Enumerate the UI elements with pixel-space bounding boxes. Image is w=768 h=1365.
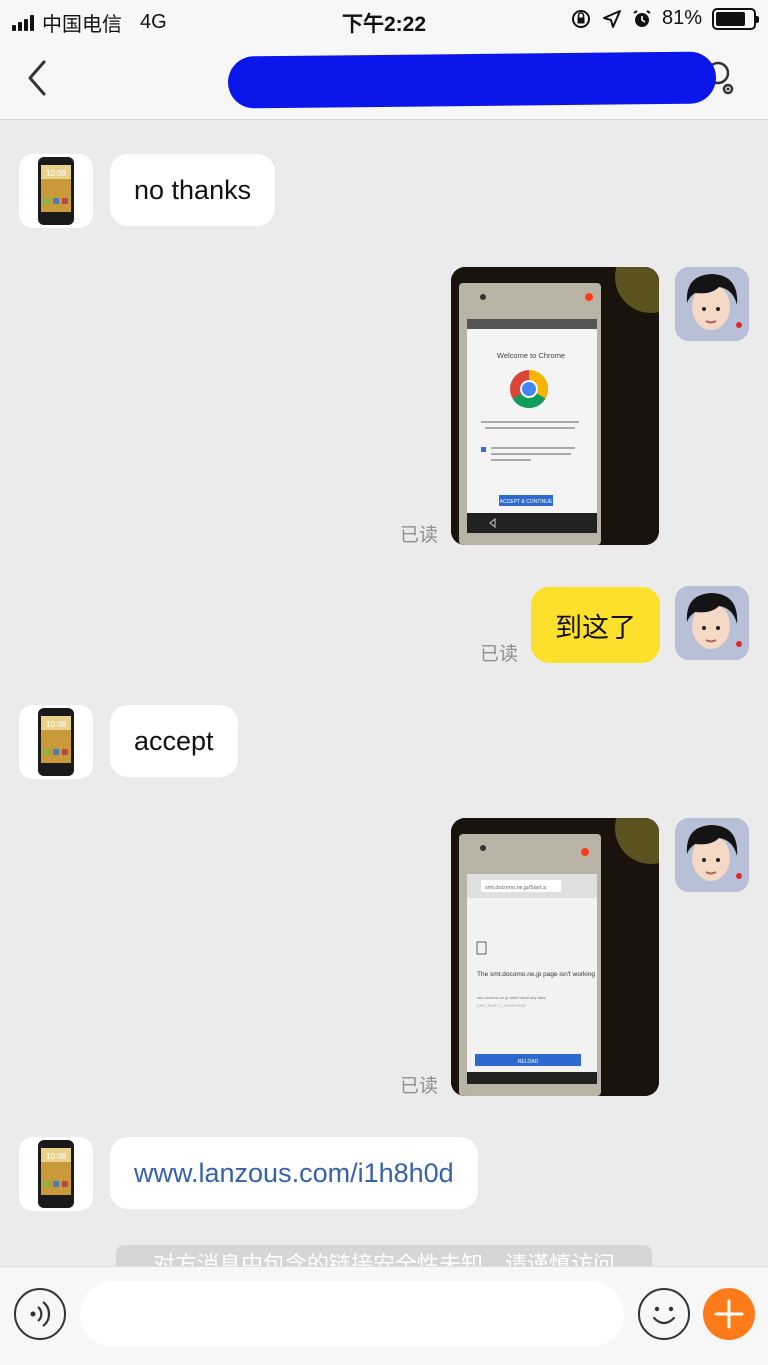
chevron-left-icon — [28, 60, 46, 96]
my-avatar[interactable] — [675, 267, 749, 341]
plus-button[interactable] — [703, 1288, 755, 1340]
alarm-icon — [633, 9, 651, 27]
voice-button[interactable] — [14, 1288, 66, 1340]
chat-area: 10:08 no thanks 已读 Welcome to Chrome ACC… — [0, 121, 768, 1266]
accept-continue-text: ACCEPT & CONTINUE — [500, 499, 553, 505]
svg-text:10:08: 10:08 — [46, 169, 67, 178]
svg-text:10:08: 10:08 — [46, 1152, 67, 1161]
photo-page-error: smt.docomo.ne.jp/Start.a The smt.docomo.… — [451, 818, 659, 1096]
emoji-icon — [652, 1306, 676, 1325]
nav-bar — [0, 40, 768, 120]
location-icon — [602, 9, 621, 28]
input-bar — [0, 1266, 768, 1365]
message-bubble[interactable]: accept — [110, 705, 238, 777]
link-message-bubble[interactable]: www.lanzous.com/i1h8h0d — [110, 1137, 478, 1209]
contact-avatar[interactable]: 10:08 — [19, 705, 93, 779]
voice-icon — [30, 1301, 51, 1327]
message-bubble[interactable]: no thanks — [110, 154, 276, 226]
person-image — [675, 267, 749, 341]
read-status: 已读 — [400, 525, 439, 546]
message-bubble[interactable]: 到这了 — [531, 587, 660, 663]
battery-icon — [712, 7, 759, 30]
person-image — [675, 818, 749, 892]
error-code-text: ERR_EMPTY_RESPONSE — [477, 1003, 526, 1008]
battery-label: 81% — [661, 7, 702, 29]
phone-image: 10:08 — [38, 157, 74, 225]
image-message[interactable]: smt.docomo.ne.jp/Start.a The smt.docomo.… — [451, 818, 659, 1096]
person-image — [675, 586, 749, 660]
error-detail-text: smt.docomo.ne.jp didn't send any data. — [477, 995, 546, 1000]
chrome-welcome-title: Welcome to Chrome — [497, 351, 565, 360]
message-input[interactable] — [80, 1281, 624, 1347]
back-button[interactable] — [20, 58, 56, 98]
image-message[interactable]: Welcome to Chrome ACCEPT & CONTINUE — [451, 267, 659, 545]
contact-avatar[interactable]: 10:08 — [19, 154, 93, 228]
status-right: 81% — [570, 7, 759, 30]
plus-icon — [714, 1299, 744, 1329]
svg-text:10:08: 10:08 — [46, 720, 67, 729]
rotation-lock-icon — [571, 9, 590, 28]
photo-chrome-welcome: Welcome to Chrome ACCEPT & CONTINUE — [451, 267, 659, 545]
link-safety-notice: 对方消息中包含的链接安全性未知，请谨慎访问 — [116, 1245, 652, 1266]
battery-fill — [716, 11, 746, 26]
error-title-text: The smt.docomo.ne.jp page isn't working — [477, 971, 595, 978]
read-status: 已读 — [400, 1076, 439, 1097]
contact-avatar[interactable]: 10:08 — [19, 1137, 93, 1211]
my-avatar[interactable] — [675, 586, 749, 660]
read-status: 已读 — [480, 644, 519, 665]
phone-image: 10:08 — [38, 708, 74, 776]
my-avatar[interactable] — [675, 818, 749, 892]
emoji-button[interactable] — [638, 1288, 690, 1340]
url-bar-text: smt.docomo.ne.jp/Start.a — [485, 885, 547, 891]
redacted-contact-title — [227, 51, 717, 109]
reload-text: RELOAD — [518, 1059, 539, 1065]
phone-image: 10:08 — [38, 1140, 74, 1208]
status-bar: 中国电信 4G 下午2:22 81% — [0, 0, 768, 40]
